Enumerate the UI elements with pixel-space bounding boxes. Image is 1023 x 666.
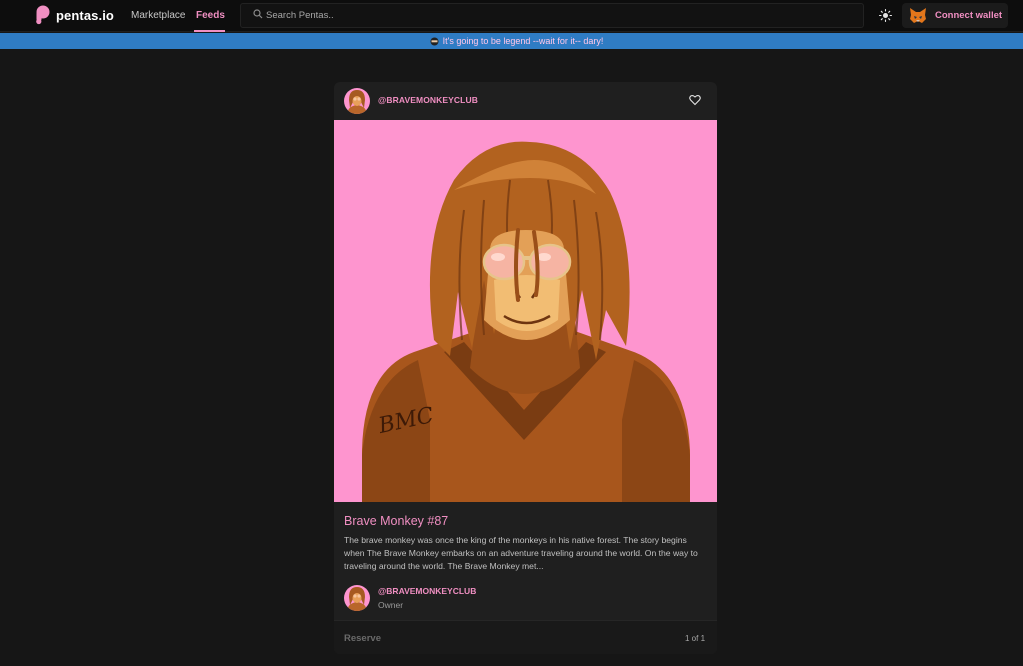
owner-avatar[interactable] [344, 585, 370, 611]
announcement-banner: It's going to be legend --wait for it-- … [0, 33, 1023, 49]
reserve-button[interactable]: Reserve [344, 633, 381, 644]
search-icon [253, 9, 263, 19]
nft-title[interactable]: Brave Monkey #87 [344, 514, 448, 528]
search-input[interactable] [266, 7, 766, 23]
edition-count: 1 of 1 [685, 634, 706, 643]
connect-wallet-button[interactable]: Connect wallet [902, 3, 1008, 28]
post-footer: Reserve 1 of 1 [334, 620, 717, 654]
sun-icon[interactable] [878, 8, 893, 23]
pentas-logo-icon [36, 5, 50, 25]
metamask-fox-icon [910, 8, 926, 23]
nft-image[interactable]: BMC [334, 120, 717, 502]
active-tab-indicator [194, 30, 225, 32]
owner-handle[interactable]: @BRAVEMONKEYCLUB [378, 586, 476, 596]
nav-feeds[interactable]: Feeds [196, 10, 225, 21]
nft-description: The brave monkey was once the king of th… [344, 535, 698, 571]
ninja-emoji-icon [430, 37, 439, 45]
connect-wallet-label: Connect wallet [935, 10, 1003, 21]
post-header: @BRAVEMONKEYCLUB [334, 82, 717, 120]
author-handle[interactable]: @BRAVEMONKEYCLUB [378, 95, 478, 105]
nav-marketplace[interactable]: Marketplace [131, 10, 185, 21]
owner-role-label: Owner [378, 600, 404, 610]
heart-outline-icon[interactable] [689, 94, 701, 106]
author-avatar[interactable] [344, 88, 370, 114]
feed-post-card: @BRAVEMONKEYCLUB BMC Brave Monkey #87 Th… [334, 82, 717, 654]
brand-logo[interactable]: pentas.io [33, 5, 114, 25]
banner-text: It's going to be legend --wait for it-- … [442, 36, 604, 46]
brand-name: pentas.io [56, 7, 114, 23]
